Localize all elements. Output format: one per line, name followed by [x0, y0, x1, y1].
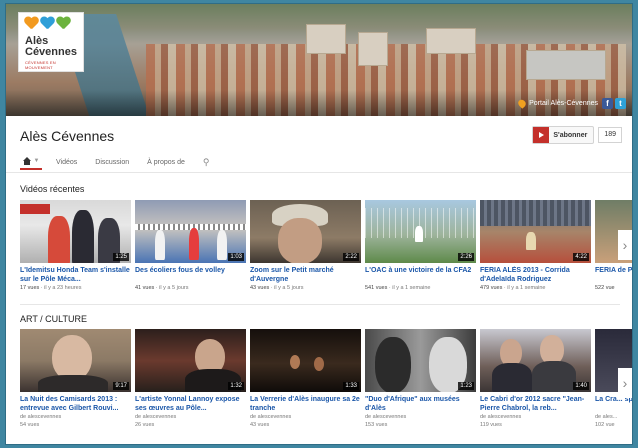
home-icon	[22, 157, 32, 165]
video-channel: de alescevennes	[20, 414, 62, 420]
section-title[interactable]: ART / CULTURE	[20, 314, 87, 324]
channel-banner: Alès Cévennes CÉVENNES EN MOUVEMENT Port…	[6, 4, 632, 116]
channel-tabs: ▼ Vidéos Discussion À propos de ⚲	[20, 154, 227, 170]
video-duration: 1:40	[573, 382, 589, 390]
subscribe-area: S'abonner 189	[532, 126, 622, 144]
next-arrow-icon[interactable]: ›	[618, 368, 632, 398]
video-thumbnail[interactable]: 9:17	[20, 329, 131, 392]
heart-icon	[56, 17, 71, 31]
tab-videos[interactable]: Vidéos	[56, 154, 77, 170]
video-title[interactable]: La Nuit des Camisards 2013 : entrevue av…	[20, 395, 131, 413]
video-title[interactable]: "Duo d'Afrique" aux musées d'Alès	[365, 395, 476, 413]
video-title[interactable]: Des écoliers fous de volley	[135, 266, 246, 284]
chevron-down-icon: ▼	[33, 158, 40, 164]
video-views: 54 vues	[20, 422, 40, 428]
video-card[interactable]: 1:33 La Verrerie d'Alès inaugure sa 2e t…	[250, 329, 361, 439]
video-channel: de alescevennes	[480, 414, 522, 420]
video-thumbnail[interactable]: 2:26	[365, 200, 476, 263]
video-duration: 2:22	[343, 253, 359, 261]
video-title[interactable]: L'artiste Yonnal Lannoy expose ses œuvre…	[135, 395, 246, 413]
subscribe-button[interactable]: S'abonner	[532, 126, 595, 144]
video-views: 119 vues	[480, 422, 502, 428]
video-thumbnail[interactable]: 1:33	[250, 329, 361, 392]
video-meta: 43 vues · il y a 5 jours	[250, 285, 304, 291]
video-thumbnail[interactable]: 2:22	[250, 200, 361, 263]
search-icon[interactable]: ⚲	[203, 154, 210, 170]
video-duration: 1:25	[113, 253, 129, 261]
video-duration: 4:22	[573, 253, 589, 261]
twitter-icon[interactable]: t	[615, 98, 626, 109]
video-channel: de alescevennes	[365, 414, 407, 420]
channel-title: Alès Cévennes	[20, 128, 115, 144]
logo-tagline: CÉVENNES EN MOUVEMENT	[25, 60, 56, 70]
social-links: f t	[602, 98, 626, 109]
tab-home[interactable]: ▼	[20, 154, 42, 170]
tab-about[interactable]: À propos de	[147, 154, 185, 170]
video-meta: 479 vues · il y a 1 semaine	[480, 285, 546, 291]
video-duration: 1:32	[228, 382, 244, 390]
video-views: 26 vues	[135, 422, 155, 428]
video-duration: 9:17	[113, 382, 129, 390]
video-card[interactable]: 4:22 FERIA ALÈS 2013 - Corrida d'Adelaïd…	[480, 200, 591, 310]
video-shelf: 9:17 La Nuit des Camisards 2013 : entrev…	[20, 329, 632, 439]
video-thumbnail[interactable]: 1:03	[135, 200, 246, 263]
heart-icon	[24, 17, 39, 31]
video-card[interactable]: 1:32 L'artiste Yonnal Lannoy expose ses …	[135, 329, 246, 439]
video-shelf: 1:25 L'Idemitsu Honda Team s'installe su…	[20, 200, 632, 310]
youtube-icon	[533, 127, 550, 143]
portal-link-label: Portail Alès-Cévennes	[529, 100, 598, 107]
video-meta: 17 vues · il y a 23 heures	[20, 285, 82, 291]
facebook-icon[interactable]: f	[602, 98, 613, 109]
video-thumbnail[interactable]: 1:40	[480, 329, 591, 392]
portal-link[interactable]: Portail Alès-Cévennes	[516, 98, 598, 109]
section-title[interactable]: Vidéos récentes	[20, 184, 84, 194]
video-duration: 2:26	[458, 253, 474, 261]
video-title[interactable]: Zoom sur le Petit marché d'Auvergne	[250, 266, 361, 284]
logo-text: Cévennes	[25, 46, 77, 58]
video-views: 43 vues	[250, 422, 270, 428]
video-views: 102 vue	[595, 422, 615, 428]
video-title[interactable]: L'OAC à une victoire de la CFA2	[365, 266, 476, 284]
heart-icon	[40, 17, 55, 31]
video-channel: de alescevennes	[250, 414, 292, 420]
next-arrow-icon[interactable]: ›	[618, 230, 632, 260]
video-thumbnail[interactable]: 1:23	[365, 329, 476, 392]
video-title[interactable]: Le Cabri d'or 2012 sacre "Jean-Pierre Ch…	[480, 395, 591, 413]
video-thumbnail[interactable]: 1:25	[20, 200, 131, 263]
tab-discussion[interactable]: Discussion	[95, 154, 129, 170]
video-card[interactable]: 1:25 L'Idemitsu Honda Team s'installe su…	[20, 200, 131, 310]
video-card[interactable]: 9:17 La Nuit des Camisards 2013 : entrev…	[20, 329, 131, 439]
video-card[interactable]: 2:26 L'OAC à une victoire de la CFA2 541…	[365, 200, 476, 310]
video-duration: 1:23	[458, 382, 474, 390]
video-thumbnail[interactable]: 1:32	[135, 329, 246, 392]
video-title[interactable]: La Verrerie d'Alès inaugure sa 2e tranch…	[250, 395, 361, 413]
video-meta: 541 vues · il y a 1 semaine	[365, 285, 431, 291]
video-meta: 522 vue	[595, 285, 615, 291]
video-title[interactable]: FERIA de Pri...	[595, 266, 632, 284]
video-card[interactable]: 1:23 "Duo d'Afrique" aux musées d'Alès d…	[365, 329, 476, 439]
video-duration: 1:33	[343, 382, 359, 390]
video-card[interactable]: 1:03 Des écoliers fous de volley 41 vues…	[135, 200, 246, 310]
video-thumbnail[interactable]: 4:22	[480, 200, 591, 263]
channel-page: Alès Cévennes CÉVENNES EN MOUVEMENT Port…	[6, 4, 632, 444]
video-card[interactable]: 2:22 Zoom sur le Petit marché d'Auvergne…	[250, 200, 361, 310]
video-duration: 1:03	[228, 253, 244, 261]
video-meta: 41 vues · il y a 5 jours	[135, 285, 189, 291]
video-title[interactable]: L'Idemitsu Honda Team s'installe sur le …	[20, 266, 131, 284]
video-views: 153 vues	[365, 422, 388, 428]
subscriber-count: 189	[598, 127, 622, 143]
subscribe-label: S'abonner	[553, 131, 588, 139]
video-channel: de alescevennes	[135, 414, 177, 420]
video-channel: de ales...	[595, 414, 618, 420]
video-card[interactable]: 1:40 Le Cabri d'or 2012 sacre "Jean-Pier…	[480, 329, 591, 439]
video-title[interactable]: FERIA ALÈS 2013 - Corrida d'Adelaïda Rod…	[480, 266, 591, 284]
channel-logo[interactable]: Alès Cévennes CÉVENNES EN MOUVEMENT	[18, 12, 84, 72]
